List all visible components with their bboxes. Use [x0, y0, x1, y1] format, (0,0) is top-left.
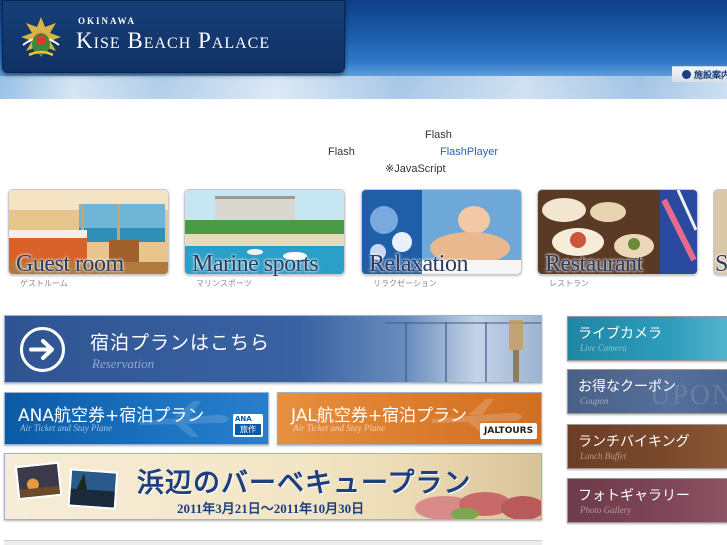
- photo-gallery-title: フォトギャラリー: [578, 488, 690, 504]
- coupon-title: お得なクーポン: [578, 379, 676, 395]
- javascript-notice-text: ※JavaScript: [385, 163, 446, 175]
- coupon-button[interactable]: UPON お得なクーポン Coupon: [567, 369, 727, 414]
- header-sky-strip: [0, 76, 727, 99]
- category-relaxation[interactable]: Relaxation リラクゼーション: [361, 189, 522, 290]
- photo-gallery-subtitle: Photo Gallery: [580, 505, 632, 515]
- category-title: Relaxation: [369, 251, 468, 277]
- ana-plan-subtitle: Air Ticket and Stay Plane: [20, 423, 112, 433]
- page: OKINAWA Kise Beach Palace 施設案内 Flash Fla…: [0, 0, 727, 545]
- lunch-buffet-subtitle: Lunch Buffet: [580, 451, 627, 461]
- live-camera-subtitle: Live Camera: [580, 343, 627, 353]
- category-subtitle: レストラン: [549, 279, 589, 288]
- window-view-decoration: [385, 320, 541, 382]
- reservation-banner[interactable]: 宿泊プランはこちら Reservation: [4, 315, 542, 383]
- arrow-bullet-icon: [682, 70, 691, 79]
- lunch-buffet-button[interactable]: ランチバイキング Lunch Buffet: [567, 424, 727, 469]
- facility-info-label: 施設案内: [694, 71, 727, 81]
- jal-plan-subtitle: Air Ticket and Stay Plane: [293, 423, 385, 433]
- photo-gallery-button[interactable]: フォトギャラリー Photo Gallery: [567, 478, 727, 523]
- bbq-photo-collage: [14, 461, 119, 510]
- facility-info-link[interactable]: 施設案内: [672, 66, 727, 82]
- flash-notice-text: Flash: [425, 129, 452, 141]
- site-logo[interactable]: OKINAWA Kise Beach Palace: [2, 0, 345, 73]
- category-title: S: [715, 251, 727, 277]
- reservation-title: 宿泊プランはこちら: [90, 332, 271, 354]
- category-subtitle: リラクゼーション: [373, 279, 437, 288]
- ana-badge-text: ANA: [235, 415, 252, 423]
- category-title: Restaurant: [545, 251, 643, 277]
- jaltours-logo: JALTOURS: [480, 423, 537, 439]
- flashplayer-link[interactable]: FlashPlayer: [440, 146, 498, 158]
- category-subtitle: ゲストルーム: [20, 279, 68, 288]
- palace-emblem-icon: [21, 17, 61, 57]
- category-guest-room[interactable]: Guest room ゲストルーム: [8, 189, 169, 290]
- category-restaurant[interactable]: Restaurant レストラン: [537, 189, 698, 290]
- coupon-subtitle: Coupon: [580, 396, 609, 406]
- category-subtitle: マリンスポーツ: [196, 279, 252, 288]
- category-title: Marine sports: [192, 251, 319, 277]
- category-marine-sports[interactable]: Marine sports マリンスポーツ: [184, 189, 345, 290]
- category-title: Guest room: [16, 251, 124, 277]
- jal-plan-banner[interactable]: JAL航空券+宿泊プラン Air Ticket and Stay Plane J…: [277, 392, 542, 445]
- logo-name-text: Kise Beach Palace: [76, 28, 271, 53]
- lunch-buffet-title: ランチバイキング: [578, 434, 690, 450]
- category-partial[interactable]: S: [713, 189, 727, 290]
- logo-region-text: OKINAWA: [78, 16, 137, 26]
- bbq-plan-banner[interactable]: 浜辺のバーベキュープラン 2011年3月21日〜2011年10月30日: [4, 453, 542, 520]
- flash-notice-text: Flash: [328, 146, 355, 158]
- live-camera-title: ライブカメラ: [578, 326, 662, 342]
- tabisaku-badge-text: 旅作: [235, 424, 261, 435]
- ana-tabisaku-logo: ANA 旅作: [233, 414, 263, 437]
- reservation-subtitle: Reservation: [92, 356, 155, 371]
- live-camera-button[interactable]: ライブカメラ Live Camera: [567, 316, 727, 361]
- bbq-plan-title: 浜辺のバーベキュープラン: [137, 468, 472, 498]
- bbq-plan-dates: 2011年3月21日〜2011年10月30日: [177, 501, 365, 516]
- ana-plan-banner[interactable]: ANA航空券+宿泊プラン Air Ticket and Stay Plane A…: [4, 392, 269, 445]
- bottom-banner-edge: [4, 540, 542, 545]
- arrow-right-icon: [20, 327, 65, 372]
